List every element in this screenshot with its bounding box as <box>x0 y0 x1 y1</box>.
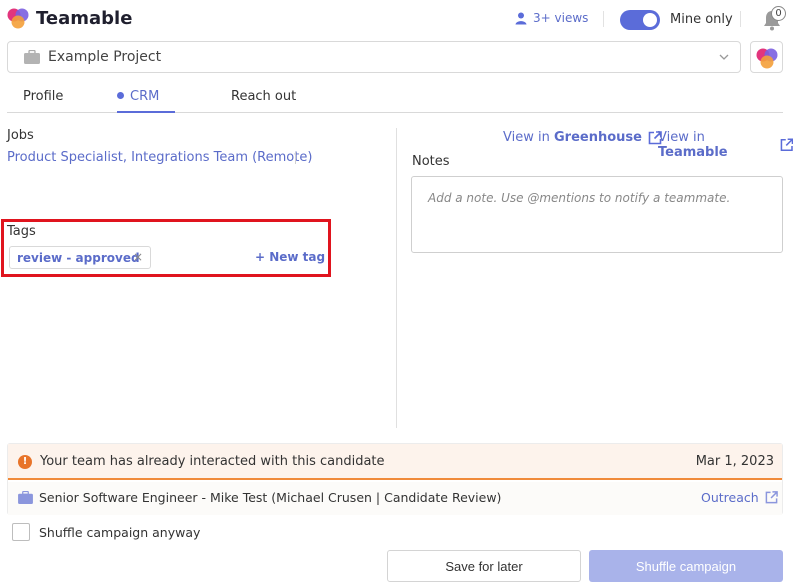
notification-badge: 0 <box>771 6 786 21</box>
tag-label: review - approved <box>17 251 140 265</box>
jobs-heading: Jobs <box>7 128 34 143</box>
brand-name: Teamable <box>36 8 133 29</box>
save-for-later-button[interactable]: Save for later <box>387 550 581 582</box>
views-label: 3+ views <box>533 11 589 25</box>
warning-text: Your team has already interacted with th… <box>40 454 385 469</box>
mine-only-label: Mine only <box>670 12 733 27</box>
view-in-teamable-text: View in Teamable <box>658 130 774 160</box>
mine-only-toggle[interactable] <box>620 10 660 30</box>
tab-crm-label: CRM <box>130 89 160 104</box>
teamable-name: Teamable <box>658 145 728 160</box>
external-link-icon <box>765 491 778 504</box>
warning-date: Mar 1, 2023 <box>695 454 774 469</box>
view-in-greenhouse-prefix: View in <box>503 130 550 145</box>
header-bar: Teamable 3+ views Mine only 0 <box>0 0 793 38</box>
view-in-greenhouse-text: View in Greenhouse <box>503 130 642 145</box>
toggle-knob <box>643 13 657 27</box>
notes-heading: Notes <box>412 154 450 169</box>
briefcase-icon <box>18 491 33 504</box>
tab-crm[interactable]: CRM <box>117 89 175 113</box>
tab-bar: Profile CRM Reach out <box>7 80 783 113</box>
column-divider <box>396 128 397 428</box>
tab-reach-out[interactable]: Reach out <box>231 89 296 104</box>
interaction-row: Senior Software Engineer - Mike Test (Mi… <box>8 482 782 515</box>
remove-tag-icon[interactable]: × <box>133 250 143 264</box>
project-select[interactable]: Example Project <box>7 41 741 73</box>
shuffle-anyway-checkbox[interactable] <box>12 523 30 541</box>
notes-textarea[interactable]: Add a note. Use @mentions to notify a te… <box>411 176 783 253</box>
interaction-warning-card: ! Your team has already interacted with … <box>7 443 783 515</box>
chevron-down-icon <box>719 54 729 60</box>
briefcase-icon <box>24 50 40 64</box>
tags-heading: Tags <box>7 224 36 239</box>
warning-banner: ! Your team has already interacted with … <box>8 444 782 480</box>
alert-icon: ! <box>18 455 32 469</box>
tab-profile[interactable]: Profile <box>23 89 63 104</box>
view-in-greenhouse-link[interactable]: View in Greenhouse <box>503 130 662 145</box>
job-separator <box>295 152 296 164</box>
view-in-teamable-link[interactable]: View in Teamable <box>658 130 793 160</box>
shuffle-anyway-label: Shuffle campaign anyway <box>39 525 201 540</box>
project-name: Example Project <box>48 49 162 65</box>
header-divider-2 <box>740 11 741 27</box>
greenhouse-name: Greenhouse <box>553 130 642 145</box>
new-tag-button[interactable]: + New tag <box>255 250 325 264</box>
view-in-teamable-prefix: View in <box>658 130 705 145</box>
team-avatar-button[interactable] <box>750 41 783 73</box>
active-dot-icon <box>117 92 124 99</box>
person-icon <box>515 12 527 24</box>
shuffle-campaign-button[interactable]: Shuffle campaign <box>589 550 783 582</box>
outreach-label: Outreach <box>701 490 759 505</box>
job-link[interactable]: Product Specialist, Integrations Team (R… <box>7 150 312 165</box>
teamable-avatar-icon <box>756 48 778 69</box>
views-indicator[interactable]: 3+ views <box>515 11 588 25</box>
outreach-link[interactable]: Outreach <box>701 490 778 505</box>
tag-chip[interactable]: review - approved × <box>9 246 151 269</box>
interaction-text: Senior Software Engineer - Mike Test (Mi… <box>39 490 502 505</box>
notes-placeholder: Add a note. Use @mentions to notify a te… <box>428 191 731 205</box>
external-link-icon <box>780 138 793 152</box>
teamable-logo-icon <box>7 8 29 29</box>
header-divider <box>603 11 604 27</box>
